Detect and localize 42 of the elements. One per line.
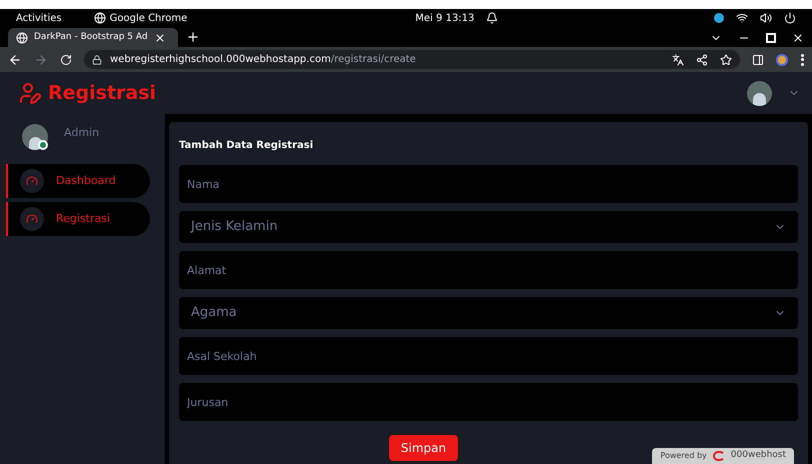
side-panel-icon[interactable] [752,54,764,66]
select-field[interactable]: Jenis Kelamin [179,211,798,243]
gauge-icon [20,207,44,231]
sidebar-item[interactable]: Registrasi [6,202,150,236]
lock-icon [92,54,102,64]
select-field[interactable]: Agama [179,297,798,329]
browser-tab[interactable]: DarkPan - Bootstrap 5 Ad [8,28,178,47]
user-name: Admin [64,124,100,141]
powered-by-badge[interactable]: Powered by 000webhost [652,448,794,464]
new-tab-icon[interactable] [186,30,200,44]
translate-icon[interactable] [672,54,684,66]
menu-icon[interactable] [800,54,804,66]
app-name: Google Chrome [110,12,188,26]
text-field[interactable]: Nama [179,165,798,203]
activities-button[interactable]: Activities [16,10,62,26]
alarm-icon [486,12,498,24]
brand-title[interactable]: Registrasi [48,78,156,108]
user-avatar [22,124,48,150]
back-icon[interactable] [8,52,22,66]
url-host: webregisterhighschool.000webhostapp.com [110,53,331,67]
text-field[interactable]: Asal Sekolah [179,337,798,375]
forward-icon[interactable] [34,52,48,66]
share-icon[interactable] [696,54,708,66]
star-icon[interactable] [720,54,732,66]
user-edit-icon [18,81,42,105]
globe-icon [16,32,28,44]
text-field[interactable]: Alamat [179,251,798,289]
profile-icon[interactable] [776,54,788,66]
url-path: /registrasi/create [330,53,416,67]
address-bar[interactable]: webregisterhighschool.000webhostapp.com/registrasi/create [84,50,740,69]
restore-icon[interactable] [766,33,776,43]
clock[interactable]: Mei 9 13:13 [415,10,474,26]
gauge-icon [20,169,44,193]
close-icon[interactable] [792,32,804,44]
volume-icon[interactable] [760,12,772,24]
submit-button[interactable]: Simpan [388,435,458,461]
profile-avatar [747,80,772,106]
reload-icon[interactable] [60,54,72,66]
close-icon[interactable] [154,32,166,44]
sidebar-item[interactable]: Dashboard [6,164,150,198]
power-icon[interactable] [784,12,796,24]
form-title: Tambah Data Registrasi [179,139,314,153]
